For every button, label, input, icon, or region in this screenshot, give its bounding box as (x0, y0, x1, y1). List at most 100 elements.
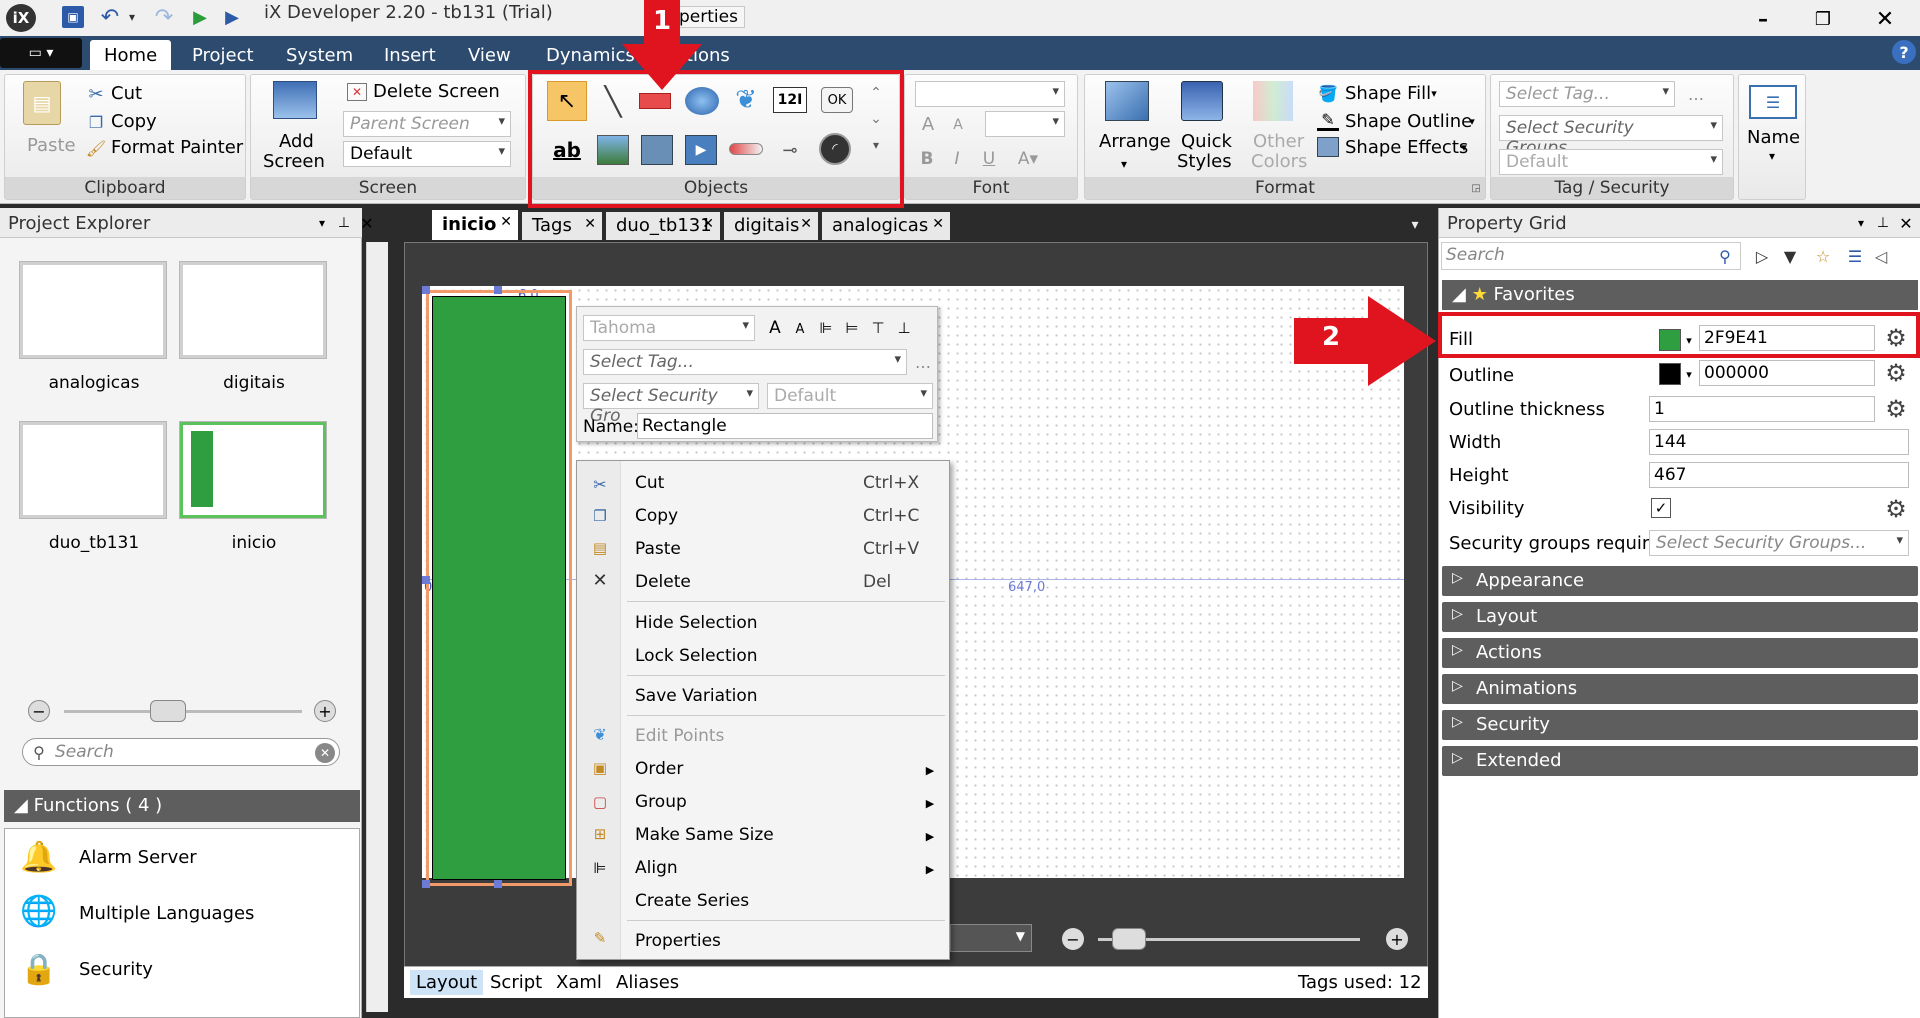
tab-insert[interactable]: Insert (370, 40, 450, 70)
format-painter-button[interactable]: Format Painter (111, 137, 243, 158)
favorites-header[interactable]: ◢ ★ Favorites (1442, 280, 1918, 310)
align-right-icon[interactable]: ⊨ (841, 315, 863, 341)
category-layout[interactable]: Layout (1442, 602, 1918, 632)
menu-item-edit-points[interactable]: Edit Points (635, 726, 724, 746)
screen-thumbnail-inicio[interactable] (180, 422, 326, 518)
mini-select-tag-dropdown[interactable]: Select Tag... (583, 349, 907, 375)
menu-item-paste[interactable]: Paste (635, 539, 681, 559)
mini-select-security-dropdown[interactable]: Select Security Gro (583, 383, 759, 426)
tab-home[interactable]: Home (90, 40, 172, 70)
chevron-down-icon[interactable]: ▾ (1427, 85, 1441, 101)
parent-screen-dropdown[interactable]: Parent Screen (343, 111, 511, 137)
menu-item-create-series[interactable]: Create Series (635, 891, 749, 911)
chevron-down-icon[interactable]: ▾ (1406, 216, 1424, 234)
chevron-down-icon[interactable]: ▾ (1115, 157, 1133, 171)
menu-item-properties[interactable]: Properties (635, 931, 721, 951)
align-top-icon[interactable]: ⊤ (867, 315, 889, 341)
height-input[interactable]: 467 (1649, 462, 1909, 488)
explorer-scrollbar[interactable] (366, 242, 388, 1012)
add-screen-label-2[interactable]: Screen (263, 151, 325, 172)
simulate-icon[interactable]: ▶ (222, 4, 242, 30)
menu-item-group[interactable]: Group (635, 792, 687, 812)
collapse-panel-icon[interactable]: ◁ (1871, 244, 1891, 268)
quick-styles-label-1[interactable]: Quick (1181, 131, 1232, 152)
play-icon[interactable]: ▷ (1751, 244, 1773, 268)
redo-icon[interactable]: ↷ (152, 4, 176, 30)
menu-item-delete[interactable]: Delete (635, 572, 691, 592)
close-icon[interactable]: ✕ (800, 216, 812, 232)
tab-system[interactable]: System (272, 40, 367, 70)
doc-tab-duo-tb131[interactable]: duo_tb131 ✕ (606, 212, 720, 240)
close-icon[interactable]: ✕ (702, 216, 714, 232)
zoom-dropdown[interactable]: ▼ (950, 924, 1032, 952)
file-menu-button[interactable]: ▭ ▾ (0, 38, 82, 68)
save-icon[interactable]: ▣ (62, 6, 84, 28)
category-security[interactable]: Security (1442, 710, 1918, 740)
app-logo-icon[interactable]: iX (6, 4, 36, 32)
undo-icon[interactable]: ↶ (98, 4, 122, 30)
property-search-box[interactable]: Search ⚲ (1441, 242, 1741, 270)
doc-tab-tags[interactable]: Tags ✕ (522, 212, 602, 240)
doc-tab-digitais[interactable]: digitais ✕ (724, 212, 818, 240)
font-family-dropdown[interactable] (915, 81, 1065, 107)
selection-handle[interactable] (422, 286, 430, 294)
category-extended[interactable]: Extended (1442, 746, 1918, 776)
close-icon[interactable]: ✕ (584, 216, 596, 232)
favorites-view-icon[interactable]: ☆ (1811, 244, 1835, 268)
arrange-button[interactable]: Arrange (1099, 131, 1171, 152)
dialog-launcher-icon[interactable]: ◲ (1469, 181, 1483, 195)
paste-button[interactable]: Paste (27, 135, 76, 156)
selection-handle[interactable] (494, 286, 502, 294)
selection-handle[interactable] (422, 880, 430, 888)
pin-icon[interactable]: ⊥ (1875, 214, 1891, 232)
font-color-icon[interactable]: A▾ (1011, 147, 1045, 171)
menu-item-make-same-size[interactable]: Make Same Size (635, 825, 774, 845)
cut-button[interactable]: Cut (111, 83, 142, 104)
tab-script[interactable]: Script (490, 972, 542, 993)
tab-layout[interactable]: Layout (410, 970, 484, 995)
chevron-down-icon[interactable]: ▾ (1465, 113, 1479, 129)
selected-rectangle[interactable] (426, 290, 572, 886)
bold-icon[interactable]: B (915, 147, 939, 171)
security-default-dropdown[interactable]: Default (1499, 149, 1723, 175)
menu-item-order[interactable]: Order (635, 759, 683, 779)
width-input[interactable]: 144 (1649, 429, 1909, 455)
close-icon[interactable]: ✕ (1897, 214, 1915, 233)
more-icon[interactable]: … (1685, 83, 1707, 105)
help-icon[interactable]: ? (1892, 40, 1916, 64)
copy-button[interactable]: Copy (111, 111, 157, 132)
screen-thumbnail-duo-tb131[interactable] (20, 422, 166, 518)
category-animations[interactable]: Animations (1442, 674, 1918, 704)
category-actions[interactable]: Actions (1442, 638, 1918, 668)
italic-icon[interactable]: I (945, 147, 969, 171)
minimize-icon[interactable]: – (1738, 4, 1788, 34)
other-colors-label-1[interactable]: Other (1253, 131, 1304, 152)
screen-thumbnail-digitais[interactable] (180, 262, 326, 358)
security-groups-dropdown[interactable]: Select Security Groups... (1649, 530, 1909, 556)
shrink-font-icon[interactable]: A (945, 113, 971, 137)
menu-item-copy[interactable]: Copy (635, 506, 678, 526)
pin-icon[interactable]: ⊥ (336, 214, 352, 232)
filter-dropdown-icon[interactable]: ▼ (1779, 244, 1801, 268)
mini-name-input[interactable]: Rectangle (637, 413, 933, 439)
gear-icon[interactable]: ⚙ (1883, 360, 1909, 386)
grow-font-icon[interactable]: A (915, 111, 941, 137)
screen-thumbnail-analogicas[interactable] (20, 262, 166, 358)
selection-handle[interactable] (422, 576, 430, 584)
functions-header[interactable]: ◢ Functions ( 4 ) (4, 790, 360, 822)
zoom-out-icon[interactable]: − (1062, 928, 1084, 950)
outline-color-swatch[interactable] (1659, 363, 1681, 385)
select-tag-dropdown[interactable]: Select Tag... (1499, 81, 1675, 107)
shape-fill-button[interactable]: Shape Fill (1345, 83, 1431, 104)
delete-screen-button[interactable]: Delete Screen (373, 81, 500, 102)
function-item[interactable]: Alarm Server (79, 847, 197, 868)
menu-item-cut[interactable]: Cut (635, 473, 664, 493)
categorized-view-icon[interactable]: ☰ (1843, 244, 1867, 268)
selection-handle[interactable] (494, 880, 502, 888)
mini-default-dropdown[interactable]: Default (767, 383, 933, 409)
zoom-in-icon[interactable]: + (314, 700, 336, 722)
doc-tab-inicio[interactable]: inicio ✕ (432, 210, 518, 240)
chevron-down-icon[interactable]: ▾ (1683, 364, 1695, 384)
align-bottom-icon[interactable]: ⊥ (893, 315, 915, 341)
function-item[interactable]: Security (79, 959, 153, 980)
